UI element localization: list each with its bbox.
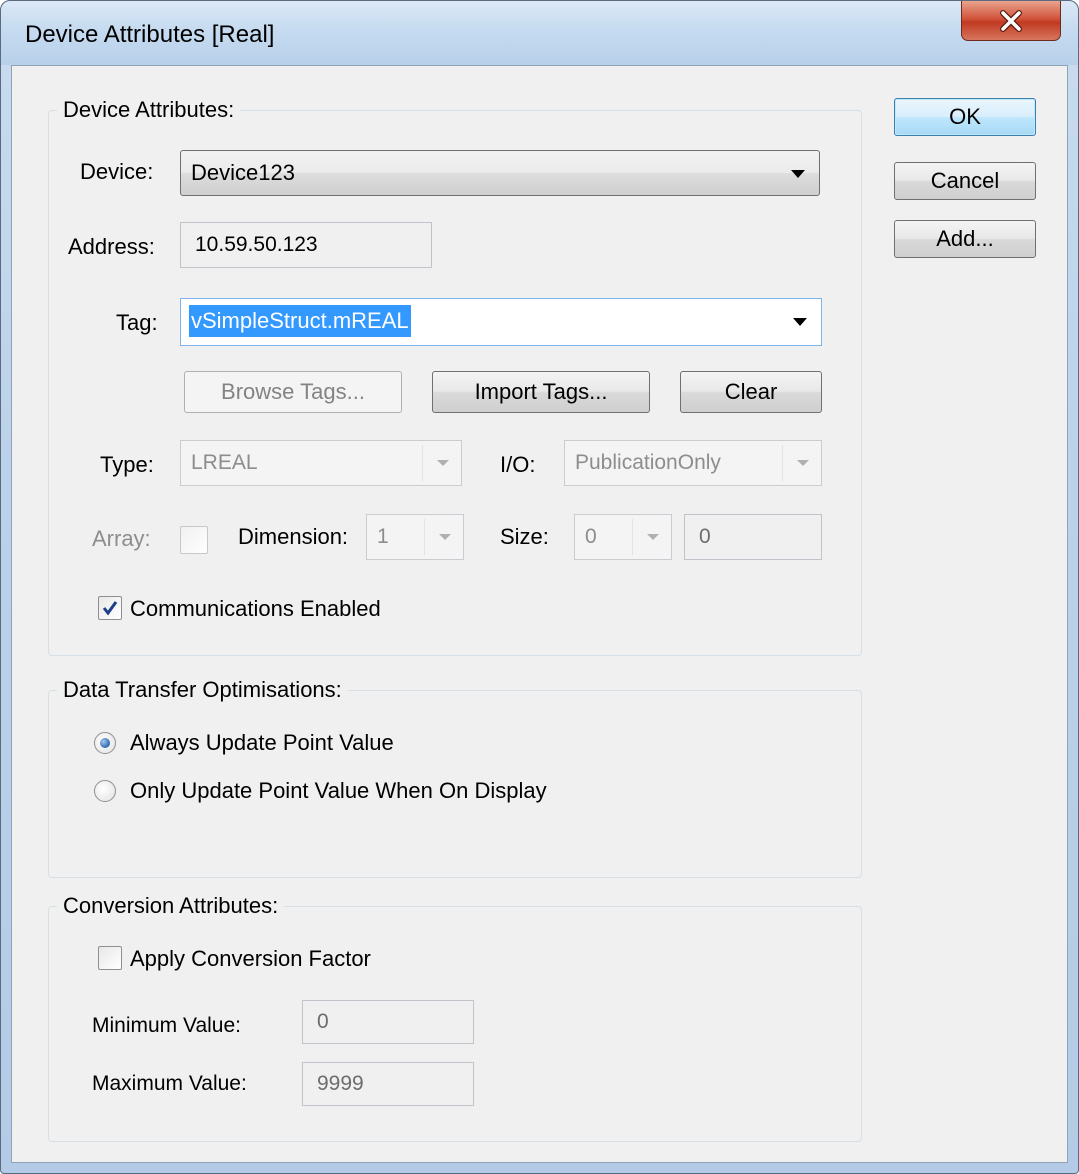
minimum-value-label: Minimum Value: bbox=[92, 1014, 241, 1037]
title-bar[interactable]: Device Attributes [Real] bbox=[1, 1, 1078, 65]
clear-button[interactable]: Clear bbox=[680, 371, 822, 413]
always-update-label[interactable]: Always Update Point Value bbox=[130, 730, 394, 756]
display-only-update-label[interactable]: Only Update Point Value When On Display bbox=[130, 778, 547, 804]
device-select-value: Device123 bbox=[191, 160, 295, 185]
address-field: 10.59.50.123 bbox=[180, 222, 432, 268]
communications-enabled-checkbox[interactable] bbox=[98, 596, 122, 620]
size-field: 0 bbox=[684, 514, 822, 560]
size-select: 0 bbox=[574, 514, 672, 560]
tag-label: Tag: bbox=[116, 310, 158, 335]
tag-combo[interactable]: vSimpleStruct.mREAL bbox=[180, 298, 822, 346]
io-label: I/O: bbox=[500, 452, 536, 477]
minimum-value-field: 0 bbox=[302, 1000, 474, 1044]
type-label: Type: bbox=[100, 452, 154, 477]
dimension-select: 1 bbox=[366, 514, 464, 560]
dimension-label: Dimension: bbox=[238, 524, 349, 549]
data-transfer-group-label: Data Transfer Optimisations: bbox=[57, 677, 348, 703]
tag-input-selected-text[interactable]: vSimpleStruct.mREAL bbox=[189, 305, 411, 337]
maximum-value-field: 9999 bbox=[302, 1062, 474, 1106]
array-checkbox bbox=[180, 526, 208, 554]
browse-tags-button: Browse Tags... bbox=[184, 371, 402, 413]
address-label: Address: bbox=[68, 234, 155, 259]
maximum-value-label: Maximum Value: bbox=[92, 1072, 247, 1095]
display-only-update-radio[interactable] bbox=[94, 780, 116, 802]
import-tags-button[interactable]: Import Tags... bbox=[432, 371, 650, 413]
device-attributes-group-label: Device Attributes: bbox=[57, 97, 241, 123]
close-button[interactable] bbox=[961, 1, 1061, 41]
chevron-down-icon bbox=[791, 170, 805, 178]
device-label: Device: bbox=[80, 159, 154, 184]
radio-selected-dot bbox=[100, 738, 110, 748]
dialog-window: Device Attributes [Real] OK Cancel Add..… bbox=[0, 0, 1079, 1174]
io-select-value: PublicationOnly bbox=[575, 451, 721, 474]
type-select-value: LREAL bbox=[191, 451, 258, 474]
array-label: Array: bbox=[92, 526, 151, 551]
combo-separator bbox=[782, 445, 783, 481]
cancel-button[interactable]: Cancel bbox=[894, 162, 1036, 200]
chevron-down-icon bbox=[797, 460, 809, 466]
apply-conversion-checkbox[interactable] bbox=[98, 946, 122, 970]
size-label: Size: bbox=[500, 524, 549, 549]
checkmark-icon bbox=[102, 601, 118, 616]
combo-separator bbox=[422, 445, 423, 481]
type-select: LREAL bbox=[180, 440, 462, 486]
communications-enabled-label[interactable]: Communications Enabled bbox=[130, 596, 381, 622]
chevron-down-icon bbox=[439, 534, 451, 540]
always-update-radio[interactable] bbox=[94, 732, 116, 754]
conversion-attributes-group-label: Conversion Attributes: bbox=[57, 893, 285, 919]
combo-separator bbox=[632, 519, 633, 555]
ok-button[interactable]: OK bbox=[894, 98, 1036, 136]
size-select-value: 0 bbox=[585, 525, 597, 548]
dimension-select-value: 1 bbox=[377, 525, 389, 548]
io-select: PublicationOnly bbox=[564, 440, 822, 486]
add-button[interactable]: Add... bbox=[894, 220, 1036, 258]
device-select[interactable]: Device123 bbox=[180, 150, 820, 196]
dialog-client-area: OK Cancel Add... Device Attributes: Devi… bbox=[11, 65, 1068, 1163]
combo-separator bbox=[424, 519, 425, 555]
chevron-down-icon bbox=[647, 534, 659, 540]
close-icon bbox=[1000, 9, 1022, 32]
apply-conversion-label[interactable]: Apply Conversion Factor bbox=[130, 946, 371, 972]
chevron-down-icon bbox=[437, 460, 449, 466]
chevron-down-icon[interactable] bbox=[793, 318, 807, 326]
window-title: Device Attributes [Real] bbox=[25, 21, 275, 48]
